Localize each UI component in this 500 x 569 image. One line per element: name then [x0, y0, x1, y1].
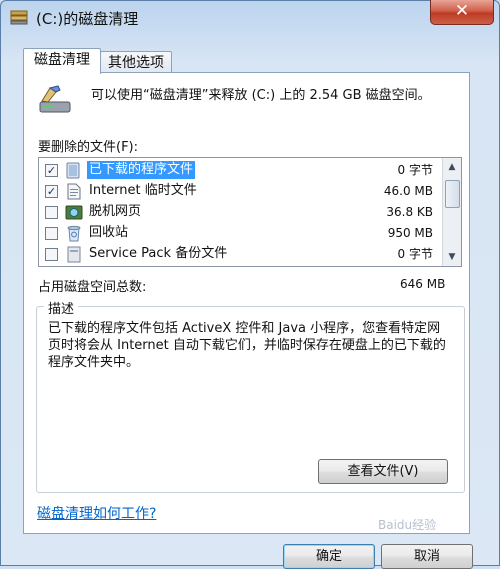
window-title: (C:)的磁盘清理 [36, 10, 139, 28]
folder-icon [66, 162, 80, 179]
watermark: Baidu经验 [378, 518, 437, 532]
list-item[interactable]: ✓ Internet 临时文件 46.0 MB [39, 181, 441, 202]
list-item-name: 脱机网页 [89, 204, 142, 219]
list-item-size: 0 字节 [397, 247, 433, 261]
list-item-size: 950 MB [387, 226, 433, 240]
list-item[interactable]: Service Pack 备份文件 0 字节 [39, 244, 441, 265]
total-space-value: 646 MB [400, 277, 446, 291]
tab-more-options[interactable]: 其他选项 [100, 51, 172, 74]
document-icon [67, 183, 81, 200]
checkbox[interactable] [45, 248, 58, 261]
total-space-label: 占用磁盘空间总数: [38, 280, 147, 295]
list-item-size: 46.0 MB [383, 184, 433, 198]
recycle-bin-icon [67, 225, 81, 242]
cancel-button[interactable]: 取消 [381, 544, 473, 569]
checkbox[interactable] [45, 227, 58, 240]
checkbox[interactable]: ✓ [45, 164, 58, 177]
disk-cleanup-large-icon [39, 85, 71, 113]
file-list[interactable]: ✓ 已下载的程序文件 0 字节 ✓ Internet 临时文件 46.0 MB … [38, 157, 462, 267]
scroll-up-arrow-icon[interactable]: ▲ [443, 159, 461, 175]
scroll-down-arrow-icon[interactable]: ▼ [443, 249, 461, 265]
offline-pages-icon [65, 205, 83, 220]
disk-cleanup-icon [10, 10, 28, 25]
list-item[interactable]: 脱机网页 36.8 KB [39, 202, 441, 223]
tab-disk-cleanup[interactable]: 磁盘清理 [23, 48, 101, 74]
list-item[interactable]: 回收站 950 MB [39, 223, 441, 244]
file-list-scrollbar[interactable]: ▲ ▼ [442, 158, 461, 266]
view-files-button[interactable]: 查看文件(V) [318, 459, 448, 484]
list-item-name: 已下载的程序文件 [87, 161, 196, 179]
list-item-size: 0 字节 [397, 163, 433, 177]
summary-text: 可以使用“磁盘清理”来释放 (C:) 上的 2.54 GB 磁盘空间。 [91, 88, 431, 103]
list-item-size: 36.8 KB [386, 205, 433, 219]
list-item[interactable]: ✓ 已下载的程序文件 0 字节 [39, 160, 441, 181]
files-to-delete-label: 要删除的文件(F): [38, 140, 139, 155]
description-legend: 描述 [44, 298, 79, 317]
list-item-name: 回收站 [89, 225, 129, 240]
backup-icon [67, 246, 81, 263]
ok-button[interactable]: 确定 [283, 544, 375, 569]
checkbox[interactable]: ✓ [45, 185, 58, 198]
description-text: 已下载的程序文件包括 ActiveX 控件和 Java 小程序，您查看特定网页时… [48, 321, 446, 370]
help-link[interactable]: 磁盘清理如何工作? [37, 503, 156, 523]
checkbox[interactable] [45, 206, 58, 219]
scrollbar-thumb[interactable] [445, 180, 460, 208]
list-item-name: Internet 临时文件 [89, 183, 197, 198]
list-item-name: Service Pack 备份文件 [89, 246, 228, 261]
close-button[interactable]: ✕ [430, 0, 494, 25]
